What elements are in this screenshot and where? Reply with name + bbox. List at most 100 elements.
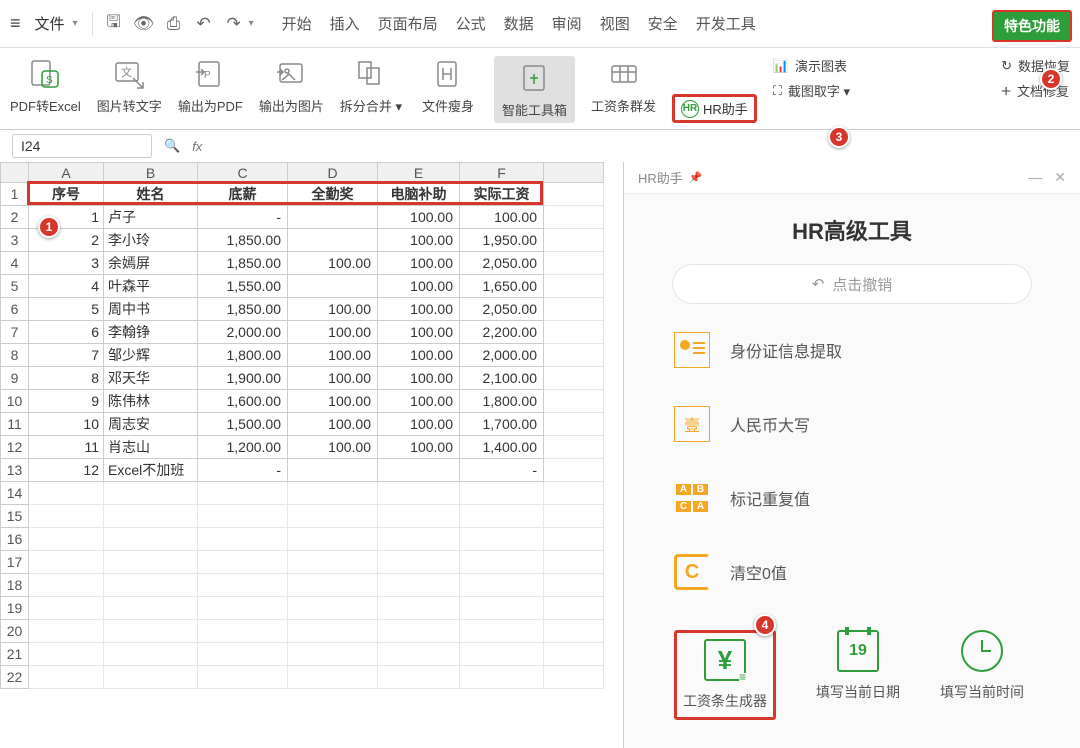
print-icon[interactable]: ⎙ [159, 14, 189, 34]
cell[interactable]: 5 [29, 298, 104, 321]
row-header[interactable]: 22 [1, 666, 29, 689]
cell[interactable]: 实际工资 [460, 183, 544, 206]
col-header[interactable]: C [198, 163, 288, 183]
hamburger-icon[interactable]: ≡ [4, 13, 27, 34]
row-header[interactable]: 11 [1, 413, 29, 436]
file-slim-button[interactable]: 文件瘦身 [418, 56, 478, 115]
cell[interactable]: 100.00 [378, 298, 460, 321]
tab-layout[interactable]: 页面布局 [378, 13, 438, 34]
cell[interactable]: 1,600.00 [198, 390, 288, 413]
cell[interactable]: 100.00 [378, 252, 460, 275]
cell[interactable]: 12 [29, 459, 104, 482]
row-header[interactable]: 18 [1, 574, 29, 597]
cell[interactable]: 周中书 [104, 298, 198, 321]
table-row[interactable]: 19 [1, 597, 604, 620]
cell[interactable]: 6 [29, 321, 104, 344]
table-row[interactable]: 109陈伟林1,600.00100.00100.001,800.00 [1, 390, 604, 413]
table-row[interactable]: 20 [1, 620, 604, 643]
cell[interactable] [288, 275, 378, 298]
fill-date-button[interactable]: 19 填写当前日期 [816, 630, 900, 720]
fx-label[interactable]: fx [192, 139, 202, 154]
table-header-row[interactable]: 1 序号 姓名 底薪 全勤奖 电脑补助 实际工资 [1, 183, 604, 206]
cell[interactable]: 1,800.00 [198, 344, 288, 367]
fill-time-button[interactable]: 填写当前时间 [940, 630, 1024, 720]
close-icon[interactable]: ✕ [1054, 169, 1066, 186]
export-image-button[interactable]: 输出为图片 [259, 56, 324, 115]
cell[interactable]: 100.00 [460, 206, 544, 229]
cell[interactable]: 100.00 [288, 367, 378, 390]
cell[interactable]: 2,000.00 [198, 321, 288, 344]
tab-insert[interactable]: 插入 [330, 13, 360, 34]
row-header[interactable]: 5 [1, 275, 29, 298]
cell[interactable]: 李翰铮 [104, 321, 198, 344]
salary-send-button[interactable]: 工资条群发 [591, 56, 656, 115]
cell[interactable]: 叶森平 [104, 275, 198, 298]
table-row[interactable]: 43余嫣屏1,850.00100.00100.002,050.00 [1, 252, 604, 275]
cell[interactable]: 100.00 [378, 275, 460, 298]
cell[interactable]: 全勤奖 [288, 183, 378, 206]
cell[interactable]: 1,550.00 [198, 275, 288, 298]
cell[interactable]: 余嫣屏 [104, 252, 198, 275]
cell[interactable]: - [198, 206, 288, 229]
cell[interactable]: 1,500.00 [198, 413, 288, 436]
undo-button[interactable]: ↶ 点击撤销 [672, 264, 1032, 304]
name-box[interactable]: I24 [12, 134, 152, 158]
tab-data[interactable]: 数据 [504, 13, 534, 34]
cell[interactable]: 100.00 [288, 436, 378, 459]
special-features-button[interactable]: 特色功能 [992, 10, 1072, 42]
tab-start[interactable]: 开始 [282, 13, 312, 34]
clear-zero-button[interactable]: C 清空0值 [674, 554, 1050, 590]
cell[interactable]: 1,900.00 [198, 367, 288, 390]
table-row[interactable]: 32李小玲1,850.00100.001,950.00 [1, 229, 604, 252]
image-to-text-button[interactable]: 文 图片转文字 [97, 56, 162, 115]
cell[interactable]: 肖志山 [104, 436, 198, 459]
table-row[interactable]: 1211肖志山1,200.00100.00100.001,400.00 [1, 436, 604, 459]
cell[interactable]: 1,700.00 [460, 413, 544, 436]
row-header[interactable]: 21 [1, 643, 29, 666]
cell[interactable]: 1,950.00 [460, 229, 544, 252]
cell[interactable]: 8 [29, 367, 104, 390]
cell[interactable]: 4 [29, 275, 104, 298]
row-header[interactable]: 6 [1, 298, 29, 321]
col-header[interactable]: E [378, 163, 460, 183]
row-header[interactable]: 16 [1, 528, 29, 551]
cell[interactable]: 100.00 [288, 321, 378, 344]
table-row[interactable]: 14 [1, 482, 604, 505]
row-header[interactable]: 2 [1, 206, 29, 229]
table-row[interactable]: 18 [1, 574, 604, 597]
col-header[interactable]: A [29, 163, 104, 183]
cell[interactable]: 100.00 [288, 413, 378, 436]
mark-dup-button[interactable]: ABCA 标记重复值 [674, 480, 1050, 516]
id-extract-button[interactable]: 身份证信息提取 [674, 332, 1050, 368]
table-row[interactable]: 21 [1, 643, 604, 666]
smart-toolbox-button[interactable]: 智能工具箱 [494, 56, 575, 123]
undo-icon[interactable]: ↶ [189, 14, 219, 34]
cell[interactable]: 2,200.00 [460, 321, 544, 344]
row-header[interactable]: 14 [1, 482, 29, 505]
tab-view[interactable]: 视图 [600, 13, 630, 34]
table-row[interactable]: 65周中书1,850.00100.00100.002,050.00 [1, 298, 604, 321]
cell[interactable]: 卢子 [104, 206, 198, 229]
cell[interactable]: 序号 [29, 183, 104, 206]
col-header[interactable]: F [460, 163, 544, 183]
row-header[interactable]: 10 [1, 390, 29, 413]
cell[interactable]: 100.00 [378, 390, 460, 413]
cell[interactable]: 1,800.00 [460, 390, 544, 413]
redo-icon[interactable]: ↷ [219, 14, 249, 34]
lookup-icon[interactable]: 🔍 [164, 138, 180, 154]
cell[interactable] [288, 229, 378, 252]
row-header[interactable]: 20 [1, 620, 29, 643]
cell[interactable]: 周志安 [104, 413, 198, 436]
table-row[interactable]: 76李翰铮2,000.00100.00100.002,200.00 [1, 321, 604, 344]
col-header[interactable]: B [104, 163, 198, 183]
cell[interactable]: 2,000.00 [460, 344, 544, 367]
column-headers[interactable]: A B C D E F [1, 163, 604, 183]
cell[interactable]: 2,050.00 [460, 252, 544, 275]
cell[interactable]: 9 [29, 390, 104, 413]
cell[interactable]: 100.00 [378, 229, 460, 252]
cell[interactable]: 陈伟林 [104, 390, 198, 413]
cell[interactable]: 100.00 [378, 413, 460, 436]
demo-chart-button[interactable]: 📊演示图表 [773, 56, 850, 75]
export-pdf-button[interactable]: P 输出为PDF [178, 56, 243, 115]
rmb-upper-button[interactable]: 壹 人民币大写 [674, 406, 1050, 442]
